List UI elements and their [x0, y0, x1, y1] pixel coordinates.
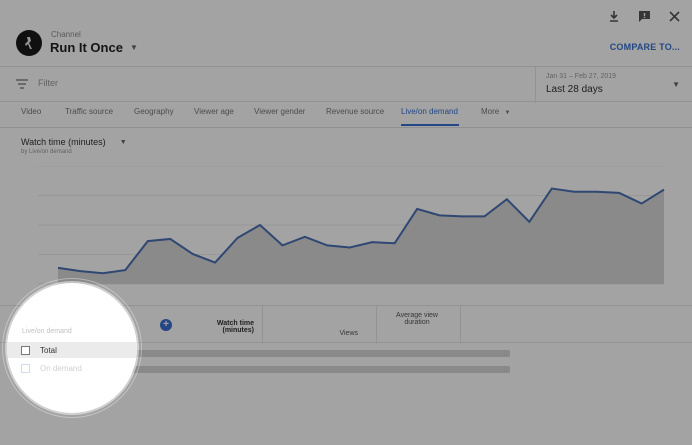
date-range-picker[interactable]: Jan 31 – Feb 27, 2019 Last 28 days ▼ — [535, 67, 692, 103]
filter-icon[interactable] — [16, 79, 28, 89]
tab-video[interactable]: Video — [21, 107, 41, 116]
column-views[interactable]: Views — [316, 330, 358, 337]
tab-more[interactable]: More ▼ — [481, 107, 510, 116]
data-point[interactable] — [123, 268, 127, 272]
data-point[interactable] — [415, 207, 419, 211]
data-point[interactable] — [662, 188, 666, 192]
close-icon[interactable] — [666, 8, 682, 24]
data-point[interactable] — [78, 269, 82, 273]
channel-avatar[interactable] — [16, 30, 42, 56]
column-divider — [376, 306, 377, 344]
total-checkbox[interactable] — [21, 345, 30, 355]
tab-revenue-source[interactable]: Revenue source — [326, 107, 384, 116]
tab-viewer-gender[interactable]: Viewer gender — [254, 107, 305, 116]
option-total[interactable]: Total — [7, 342, 137, 358]
data-point[interactable] — [236, 236, 240, 240]
feedback-icon[interactable] — [636, 8, 652, 24]
data-point[interactable] — [325, 243, 329, 247]
header: Channel Run It Once ▼ COMPARE TO... — [0, 0, 692, 66]
tab-viewer-age[interactable]: Viewer age — [194, 107, 234, 116]
data-point[interactable] — [460, 214, 464, 218]
column-watch-time[interactable]: Watch time (minutes) — [200, 320, 254, 334]
table-rows-placeholder — [130, 346, 530, 376]
filter-input[interactable]: Filter — [38, 78, 58, 88]
data-point[interactable] — [438, 213, 442, 217]
on-demand-checkbox[interactable] — [21, 363, 30, 373]
data-point[interactable] — [572, 190, 576, 194]
channel-name: Run It Once — [50, 40, 123, 55]
spotlight-title: Live/on demand — [22, 328, 72, 335]
tab-live-on-demand[interactable]: Live/on demand — [401, 107, 458, 116]
option-on-demand[interactable]: On demand — [7, 360, 137, 376]
header-actions — [606, 8, 682, 24]
date-range-text: Jan 31 – Feb 27, 2019 — [546, 73, 617, 80]
active-tab-indicator — [401, 124, 459, 126]
channel-label: Channel — [51, 30, 81, 39]
table-row — [130, 366, 510, 373]
series-area — [58, 188, 664, 284]
data-point[interactable] — [550, 187, 554, 191]
column-average-view-duration[interactable]: Average view duration — [392, 312, 442, 326]
table-row — [130, 350, 510, 357]
filter-bar: Filter Jan 31 – Feb 27, 2019 Last 28 day… — [0, 66, 692, 103]
data-point[interactable] — [505, 197, 509, 201]
column-divider — [262, 306, 263, 344]
data-point[interactable] — [168, 237, 172, 241]
data-point[interactable] — [213, 261, 217, 265]
date-range-label: Last 28 days — [546, 84, 603, 95]
data-point[interactable] — [303, 235, 307, 239]
data-point[interactable] — [595, 190, 599, 194]
data-point[interactable] — [482, 214, 486, 218]
option-total-label: Total — [40, 345, 57, 355]
chevron-down-icon: ▼ — [504, 110, 511, 116]
data-point[interactable] — [393, 241, 397, 245]
watch-time-chart — [38, 166, 666, 285]
spotlight-panel: Live/on demand Total On demand — [7, 283, 137, 413]
data-point[interactable] — [348, 246, 352, 250]
column-divider — [460, 306, 461, 344]
compare-to-button[interactable]: COMPARE TO... — [610, 42, 680, 52]
chevron-down-icon: ▼ — [129, 43, 138, 52]
data-point[interactable] — [640, 202, 644, 206]
option-on-demand-label: On demand — [40, 363, 82, 373]
tab-geography[interactable]: Geography — [134, 107, 174, 116]
data-point[interactable] — [280, 243, 284, 247]
dimension-tabs: Video Traffic source Geography Viewer ag… — [0, 102, 692, 128]
channel-selector[interactable]: Run It Once ▼ — [50, 40, 138, 55]
tab-more-label: More — [481, 107, 500, 116]
chevron-down-icon: ▼ — [672, 80, 680, 89]
data-point[interactable] — [191, 252, 195, 256]
channel-logo-icon — [25, 37, 32, 49]
data-point[interactable] — [370, 240, 374, 244]
tab-traffic-source[interactable]: Traffic source — [65, 107, 113, 116]
add-metric-button[interactable]: + — [160, 319, 172, 331]
data-point[interactable] — [56, 266, 60, 270]
download-icon[interactable] — [606, 8, 622, 24]
metric-label: Watch time (minutes) — [21, 137, 106, 147]
analytics-page: Channel Run It Once ▼ COMPARE TO... Filt… — [0, 0, 692, 445]
data-point[interactable] — [617, 191, 621, 195]
metric-sublabel: by Live/on demand — [21, 149, 72, 155]
data-point[interactable] — [101, 271, 105, 275]
metric-selector[interactable]: Watch time (minutes) ▼ — [21, 137, 127, 147]
chevron-down-icon: ▼ — [119, 138, 127, 146]
data-point[interactable] — [258, 223, 262, 227]
data-point[interactable] — [146, 239, 150, 243]
data-point[interactable] — [527, 220, 531, 224]
